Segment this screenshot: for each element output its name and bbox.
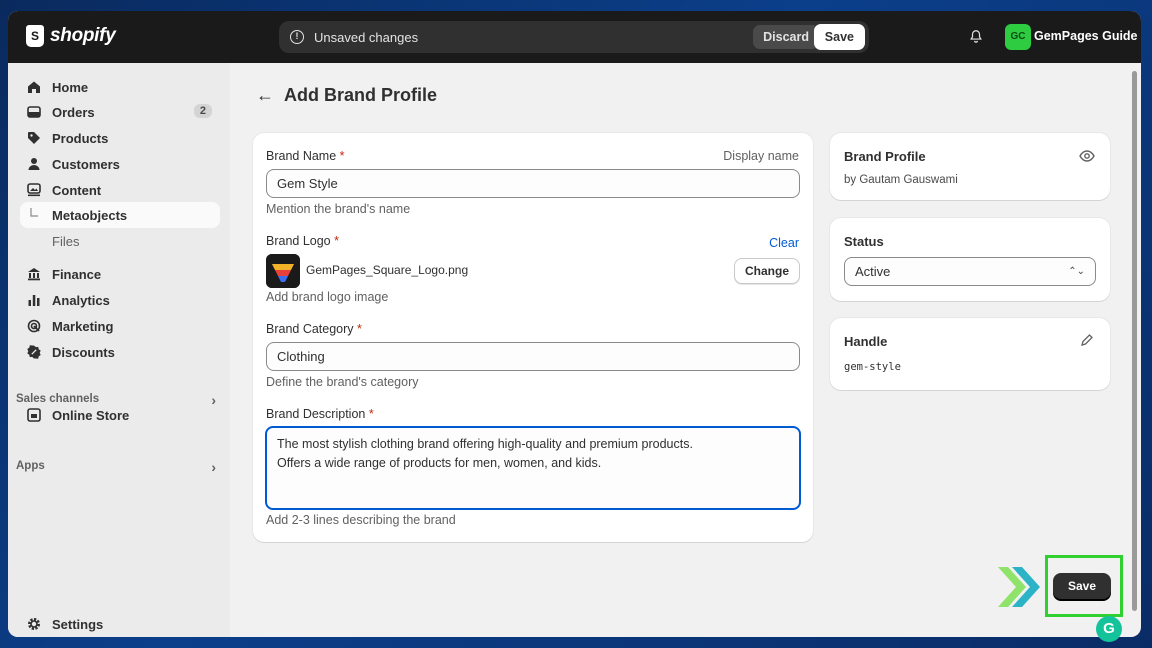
sidebar-item-home[interactable]: Home (20, 74, 220, 100)
page-title: Add Brand Profile (284, 85, 438, 105)
shopify-logo[interactable]: shopify (26, 25, 116, 47)
brand-category-input[interactable]: Clothing (266, 342, 800, 371)
brand-description-hint: Add 2-3 lines describing the brand (266, 513, 456, 527)
sidebar-item-label: Files (52, 233, 80, 249)
unsaved-message: Unsaved changes (314, 29, 419, 45)
brand-profile-card: Brand Profile by Gautam Gauswami (830, 133, 1110, 200)
scrollbar[interactable] (1132, 71, 1137, 611)
discount-icon (26, 344, 42, 360)
person-icon (26, 156, 42, 172)
brand-name-label: Brand Name * (266, 149, 345, 163)
status-selected-value: Active (855, 264, 891, 279)
sidebar-item-label: Finance (52, 266, 102, 282)
orders-count-badge: 2 (193, 104, 212, 118)
info-icon: ! (290, 30, 304, 44)
clear-link[interactable]: Clear (769, 236, 799, 250)
double-chevron-right-icon (998, 567, 1040, 607)
app-window: shopify ! Unsaved changes Discard Save G… (8, 11, 1141, 637)
eye-icon[interactable] (1079, 150, 1095, 162)
sidebar-item-label: Metaobjects (52, 207, 128, 223)
status-select[interactable]: Active ⌃⌄ (844, 257, 1096, 286)
chevron-right-icon: › (211, 459, 216, 475)
brand-logo-hint: Add brand logo image (266, 290, 389, 304)
top-bar: shopify ! Unsaved changes Discard Save G… (8, 11, 1141, 63)
grammarly-icon[interactable]: G (1096, 616, 1122, 642)
sidebar-item-files[interactable]: Files (20, 228, 220, 254)
brand-category-hint: Define the brand's category (266, 375, 419, 389)
sidebar-item-orders[interactable]: Orders 2 (20, 99, 220, 125)
sidebar-item-label: Home (52, 79, 89, 95)
sidebar-item-customers[interactable]: Customers (20, 151, 220, 177)
logo-filename: GemPages_Square_Logo.png (306, 263, 469, 277)
sidebar-item-label: Analytics (52, 292, 110, 308)
sidebar-item-products[interactable]: Products (20, 125, 220, 151)
profile-title: Brand Profile (844, 149, 926, 164)
brand-description-label: Brand Description * (266, 407, 374, 421)
sidebar-item-analytics[interactable]: Analytics (20, 287, 220, 313)
bar-chart-icon (26, 292, 42, 308)
subitem-branch-icon (26, 207, 42, 223)
content-icon (26, 182, 42, 198)
apps-label: Apps (16, 460, 45, 472)
handle-title: Handle (844, 334, 888, 349)
status-card: Status Active ⌃⌄ (830, 218, 1110, 301)
sidebar-item-online-store[interactable]: Online Store (20, 402, 220, 428)
apps-header[interactable]: Apps › (16, 459, 216, 475)
profile-author: by Gautam Gauswami (844, 174, 958, 186)
sidebar-item-settings[interactable]: Settings (20, 611, 220, 637)
brand-name: shopify (50, 25, 116, 46)
sidebar: Home Orders 2 Products Customers Content… (8, 63, 230, 637)
brand-logo-label: Brand Logo * (266, 234, 339, 248)
sidebar-item-label: Customers (52, 156, 120, 172)
brand-logo-thumbnail (266, 254, 300, 288)
sidebar-item-label: Products (52, 130, 109, 146)
sidebar-item-label: Discounts (52, 344, 115, 360)
sidebar-item-content[interactable]: Content (20, 177, 220, 203)
gempages-logo-icon (266, 254, 300, 288)
brand-name-input[interactable]: Gem Style (266, 169, 800, 198)
sidebar-item-label: Marketing (52, 318, 114, 334)
sidebar-item-label: Online Store (52, 407, 130, 423)
back-arrow-icon[interactable]: ← (256, 85, 274, 106)
sidebar-item-label: Orders (52, 104, 95, 120)
discard-button[interactable]: Discard (753, 25, 819, 49)
shopify-bag-icon (26, 25, 44, 47)
bank-icon (26, 266, 42, 282)
unsaved-changes-bar: ! Unsaved changes Discard Save (279, 21, 869, 53)
status-title: Status (844, 234, 884, 249)
orders-icon (26, 104, 42, 120)
home-icon (26, 79, 42, 95)
handle-card: Handle gem-style (830, 318, 1110, 390)
target-icon (26, 318, 42, 334)
sidebar-item-label: Settings (52, 616, 104, 632)
page-header: ← Add Brand Profile (256, 85, 437, 106)
save-button[interactable]: Save (1053, 573, 1111, 599)
save-button-top[interactable]: Save (813, 24, 865, 50)
handle-value: gem-style (844, 361, 901, 373)
select-chevron-icon: ⌃⌄ (1068, 266, 1085, 277)
store-name[interactable]: GemPages Guide (1034, 29, 1138, 43)
sidebar-item-label: Content (52, 182, 102, 198)
sidebar-item-discounts[interactable]: Discounts (20, 339, 220, 365)
brand-form-card: Brand Name * Display name Gem Style Ment… (253, 133, 813, 542)
bell-icon[interactable] (969, 29, 983, 43)
pencil-icon[interactable] (1080, 334, 1093, 347)
tag-icon (26, 130, 42, 146)
brand-description-textarea[interactable]: The most stylish clothing brand offering… (265, 426, 801, 510)
brand-category-label: Brand Category * (266, 322, 362, 336)
brand-name-hint: Mention the brand's name (266, 202, 411, 216)
sidebar-item-marketing[interactable]: Marketing (20, 313, 220, 339)
sidebar-item-finance[interactable]: Finance (20, 261, 220, 287)
sidebar-item-metaobjects[interactable]: Metaobjects (20, 202, 220, 228)
change-logo-button[interactable]: Change (733, 258, 800, 284)
display-name-label: Display name (723, 149, 799, 163)
gear-icon (26, 616, 42, 632)
store-icon (26, 407, 42, 423)
store-avatar[interactable]: GC (1005, 24, 1031, 50)
